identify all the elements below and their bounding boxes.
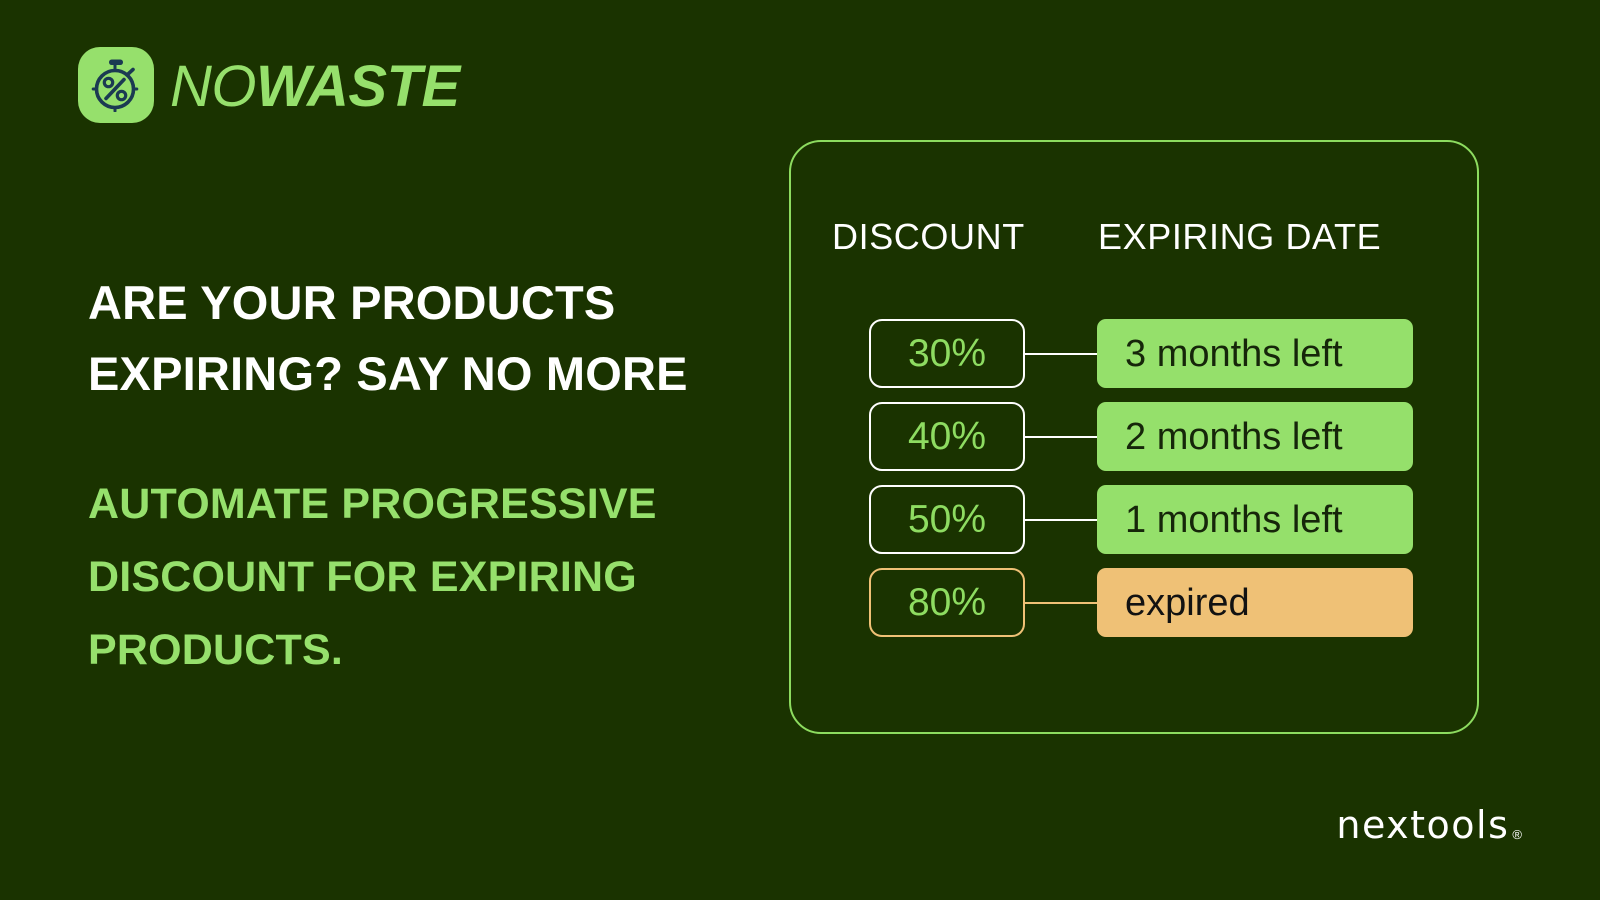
- row-connector-line: [1025, 519, 1097, 521]
- brand-logo: NOWASTE: [78, 47, 460, 123]
- hero-subheadline: AUTOMATE PROGRESSIVE DISCOUNT FOR EXPIRI…: [88, 480, 657, 675]
- brand-word-no: NO: [170, 54, 257, 119]
- discount-value: 80%: [907, 581, 987, 624]
- expiring-label: 2 months left: [1125, 415, 1343, 458]
- discount-badge[interactable]: 30%: [869, 319, 1025, 388]
- expiring-pill[interactable]: 3 months left: [1097, 319, 1413, 388]
- row-connector-line: [1025, 602, 1097, 604]
- column-header-expiring-date: EXPIRING DATE: [1098, 216, 1382, 257]
- hero-headline: ARE YOUR PRODUCTS EXPIRING? SAY NO MORE: [88, 276, 688, 400]
- table-row-expired: 80% expired: [791, 568, 1477, 637]
- column-header-discount: DISCOUNT: [832, 216, 1025, 257]
- expiring-label: 1 months left: [1125, 498, 1343, 541]
- discount-badge-expired[interactable]: 80%: [869, 568, 1025, 637]
- discount-value: 50%: [907, 498, 987, 541]
- discount-schedule-card: DISCOUNT EXPIRING DATE 30% 3 months left…: [789, 140, 1479, 734]
- registered-trademark-icon: ®: [1512, 827, 1522, 842]
- stopwatch-percent-icon: [78, 47, 154, 123]
- expiring-label: expired: [1125, 581, 1250, 624]
- footer-logo-nextools: nextools ®: [1336, 806, 1522, 844]
- table-row: 30% 3 months left: [791, 319, 1477, 388]
- expiring-pill-expired[interactable]: expired: [1097, 568, 1413, 637]
- row-connector-line: [1025, 353, 1097, 355]
- expiring-pill[interactable]: 1 months left: [1097, 485, 1413, 554]
- discount-value: 40%: [907, 415, 987, 458]
- brand-wordmark: NOWASTE: [170, 58, 460, 116]
- discount-value: 30%: [907, 332, 987, 375]
- table-row: 40% 2 months left: [791, 402, 1477, 471]
- discount-rows: 30% 3 months left 40% 2 months left 50%: [791, 319, 1477, 651]
- poster-canvas: NOWASTE ARE YOUR PRODUCTS EXPIRING? SAY …: [0, 0, 1600, 900]
- table-row: 50% 1 months left: [791, 485, 1477, 554]
- discount-badge[interactable]: 50%: [869, 485, 1025, 554]
- expiring-label: 3 months left: [1125, 332, 1343, 375]
- row-connector-line: [1025, 436, 1097, 438]
- footer-wordmark-text: nextools: [1336, 803, 1510, 847]
- brand-word-waste: WASTE: [256, 54, 460, 119]
- discount-badge[interactable]: 40%: [869, 402, 1025, 471]
- expiring-pill[interactable]: 2 months left: [1097, 402, 1413, 471]
